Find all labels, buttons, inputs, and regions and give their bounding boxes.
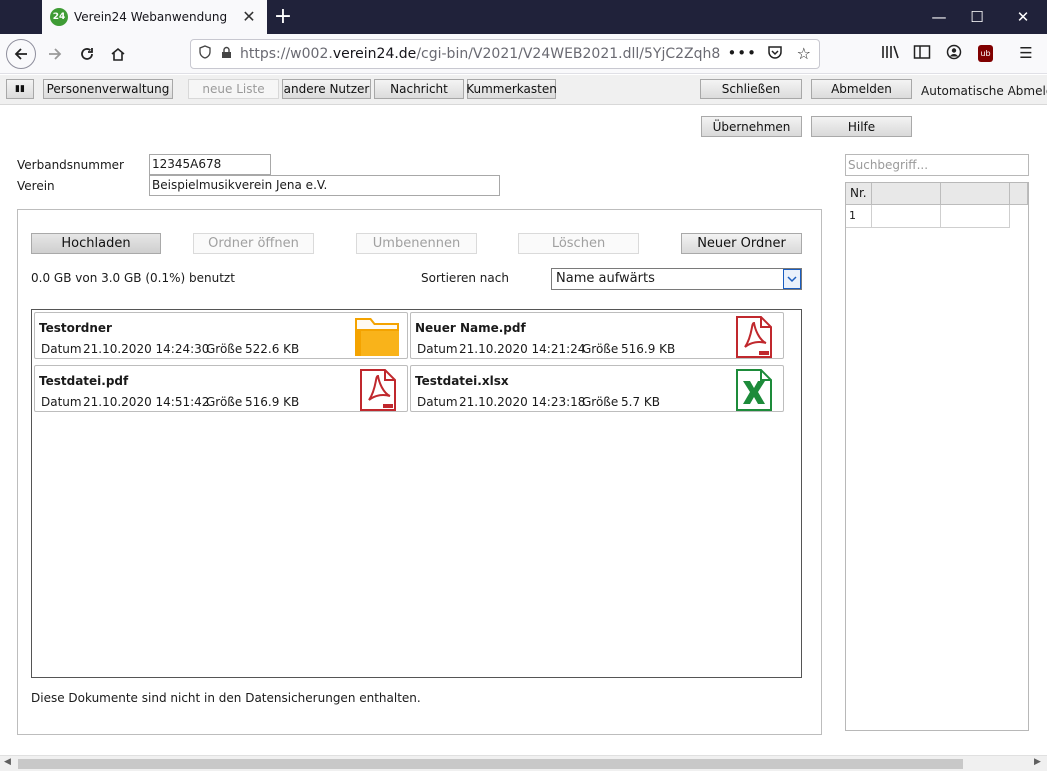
url-text: https://w002.verein24.de/cgi-bin/V2021/V… — [240, 46, 720, 62]
chevron-down-icon[interactable] — [783, 269, 801, 289]
file-date: 21.10.2020 14:21:24 — [459, 342, 586, 356]
browser-tab[interactable]: 24 Verein24 Webanwendung ✕ — [42, 0, 267, 34]
file-meta: Datum21.10.2020 14:23:18Größe 5.7 KB — [417, 395, 660, 409]
pdf-icon — [360, 369, 396, 411]
grid-header-col3[interactable] — [941, 183, 1010, 205]
storage-usage-text: 0.0 GB von 3.0 GB (0.1%) benutzt — [31, 271, 235, 285]
grid-header-col2[interactable] — [872, 183, 941, 205]
file-size: 516.9 KB — [245, 395, 300, 409]
tab-title: Verein24 Webanwendung — [74, 10, 228, 24]
home-icon[interactable] — [104, 40, 132, 68]
kummerkasten-button[interactable]: Kummerkasten — [466, 79, 557, 99]
auto-logout-text: Automatische Abmeldu — [921, 84, 1047, 98]
umbenennen-button[interactable]: Umbenennen — [356, 233, 477, 254]
folder-icon — [355, 318, 399, 356]
horizontal-scrollbar[interactable]: ◀ ▶ — [0, 755, 1047, 771]
size-label: Größe — [582, 342, 619, 356]
date-label: Datum — [41, 395, 82, 409]
lock-icon[interactable] — [221, 46, 232, 62]
backup-note: Diese Dokumente sind nicht in den Datens… — [31, 691, 421, 705]
file-date: 21.10.2020 14:23:18 — [459, 395, 586, 409]
sort-select-value: Name aufwärts — [556, 271, 655, 286]
reload-icon[interactable] — [73, 40, 101, 68]
browser-navbar: https://w002.verein24.de/cgi-bin/V2021/V… — [0, 34, 1047, 74]
results-grid: Nr. 1 — [845, 182, 1029, 731]
file-size: 522.6 KB — [245, 342, 300, 356]
hochladen-button[interactable]: Hochladen — [31, 233, 161, 254]
scroll-right-icon[interactable]: ▶ — [1034, 757, 1041, 767]
verein-field[interactable]: Beispielmusikverein Jena e.V. — [149, 175, 500, 196]
file-name: Neuer Name.pdf — [415, 321, 526, 335]
file-date: 21.10.2020 14:51:42 — [83, 395, 210, 409]
size-label: Größe — [206, 395, 243, 409]
scroll-left-icon[interactable]: ◀ — [4, 757, 11, 767]
verbandsnummer-field[interactable]: 12345A678 — [149, 154, 271, 175]
schliessen-button[interactable]: Schließen — [700, 79, 802, 99]
abmelden-button[interactable]: Abmelden — [811, 79, 912, 99]
file-size: 516.9 KB — [621, 342, 676, 356]
minimize-icon[interactable]: — — [929, 8, 949, 26]
date-label: Datum — [417, 342, 458, 356]
file-item-testdatei-xlsx[interactable]: Testdatei.xlsx Datum21.10.2020 14:23:18G… — [410, 365, 784, 412]
app-menu-icon[interactable]: ▮▮ — [6, 79, 34, 99]
file-name: Testdatei.xlsx — [415, 374, 509, 388]
page-actions-icon[interactable]: ••• — [727, 44, 757, 62]
file-meta: Datum21.10.2020 14:21:24Größe 516.9 KB — [417, 342, 675, 356]
file-size: 5.7 KB — [621, 395, 660, 409]
verein-label: Verein — [17, 179, 55, 193]
file-name: Testdatei.pdf — [39, 374, 129, 388]
forward-icon[interactable] — [41, 40, 69, 68]
account-icon[interactable] — [944, 44, 964, 64]
neue-liste-button[interactable]: neue Liste — [188, 79, 279, 99]
app-toolbar: ▮▮ Personenverwaltung neue Liste andere … — [0, 75, 1047, 105]
grid-cell[interactable] — [872, 205, 941, 228]
library-icon[interactable] — [880, 44, 900, 64]
loeschen-button[interactable]: Löschen — [518, 233, 639, 254]
personenverwaltung-button[interactable]: Personenverwaltung — [43, 79, 173, 99]
site-favicon-icon: 24 — [50, 8, 68, 26]
browser-titlebar: 24 Verein24 Webanwendung ✕ + — ☐ ✕ — [0, 0, 1047, 34]
back-icon[interactable] — [6, 39, 36, 69]
tracking-shield-icon[interactable] — [199, 45, 211, 63]
size-label: Größe — [206, 342, 243, 356]
url-bar[interactable]: https://w002.verein24.de/cgi-bin/V2021/V… — [190, 39, 820, 69]
file-meta: Datum21.10.2020 14:51:42Größe 516.9 KB — [41, 395, 299, 409]
tab-close-icon[interactable]: ✕ — [239, 7, 259, 26]
window-close-icon[interactable]: ✕ — [1013, 8, 1033, 26]
file-item-testdatei-pdf[interactable]: Testdatei.pdf Datum21.10.2020 14:51:42Gr… — [34, 365, 408, 412]
andere-nutzer-button[interactable]: andere Nutzer — [282, 79, 371, 99]
maximize-icon[interactable]: ☐ — [967, 8, 987, 26]
file-meta: Datum21.10.2020 14:24:30Größe 522.6 KB — [41, 342, 299, 356]
date-label: Datum — [417, 395, 458, 409]
excel-icon — [736, 369, 772, 411]
file-date: 21.10.2020 14:24:30 — [83, 342, 210, 356]
search-input[interactable]: Suchbegriff... — [845, 154, 1029, 176]
scrollbar-thumb[interactable] — [18, 759, 963, 769]
grid-cell[interactable] — [941, 205, 1010, 228]
verbandsnummer-label: Verbandsnummer — [17, 158, 124, 172]
bookmark-star-icon[interactable]: ☆ — [797, 44, 811, 63]
sort-select[interactable]: Name aufwärts — [551, 268, 802, 290]
pdf-icon — [736, 316, 772, 358]
date-label: Datum — [41, 342, 82, 356]
neuer-ordner-button[interactable]: Neuer Ordner — [681, 233, 802, 254]
new-tab-icon[interactable]: + — [272, 4, 294, 29]
hilfe-button[interactable]: Hilfe — [811, 116, 912, 137]
size-label: Größe — [582, 395, 619, 409]
sidebar-icon[interactable] — [912, 44, 932, 64]
grid-header-nr[interactable]: Nr. — [846, 183, 872, 205]
menu-icon[interactable]: ☰ — [1016, 44, 1036, 62]
grid-header-col4[interactable] — [1010, 183, 1028, 205]
file-item-testordner[interactable]: Testordner Datum21.10.2020 14:24:30Größe… — [34, 312, 408, 359]
file-item-neuer-name-pdf[interactable]: Neuer Name.pdf Datum21.10.2020 14:21:24G… — [410, 312, 784, 359]
ordner-oeffnen-button[interactable]: Ordner öffnen — [193, 233, 314, 254]
grid-cell-nr[interactable]: 1 — [846, 205, 872, 228]
ublock-icon[interactable]: ub — [978, 45, 993, 62]
pocket-icon[interactable] — [767, 45, 783, 63]
file-list: Testordner Datum21.10.2020 14:24:30Größe… — [31, 309, 802, 678]
uebernehmen-button[interactable]: Übernehmen — [701, 116, 802, 137]
file-name: Testordner — [39, 321, 112, 335]
nachricht-button[interactable]: Nachricht — [374, 79, 464, 99]
sort-label: Sortieren nach — [421, 271, 509, 285]
